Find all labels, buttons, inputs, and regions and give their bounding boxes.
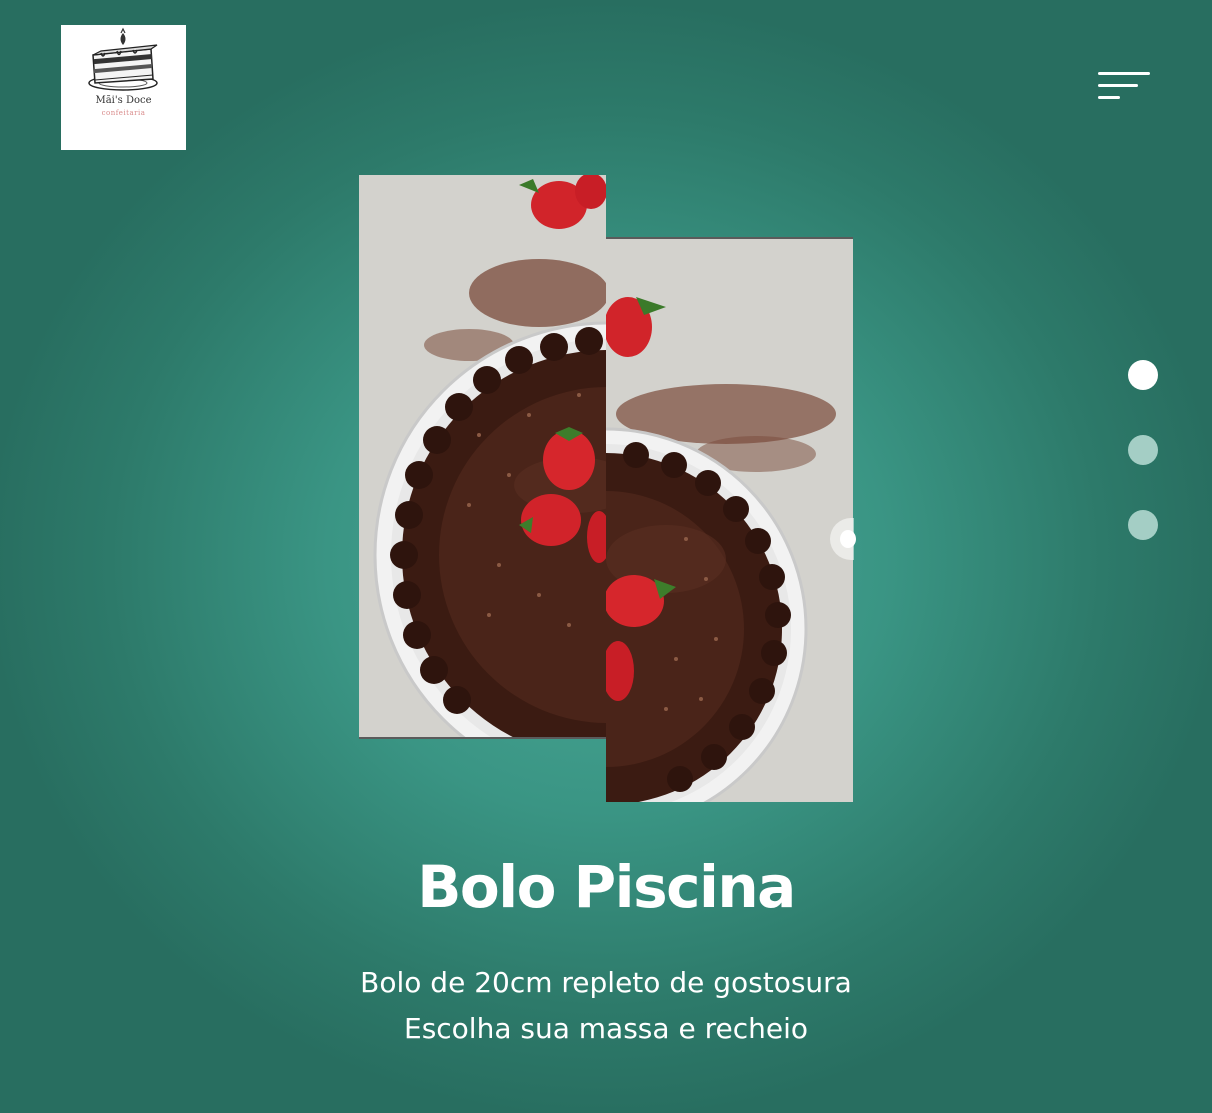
- product-image-right: [606, 237, 853, 802]
- brand-name: Mãi's Doce: [95, 95, 152, 106]
- carousel-dot-3[interactable]: [1128, 510, 1158, 540]
- carousel-pagination: [1128, 360, 1158, 545]
- description-line-2: Escolha sua massa e recheio: [404, 1012, 808, 1045]
- product-image-left: [359, 175, 606, 739]
- cake-slice-icon: [88, 27, 158, 91]
- brand-logo[interactable]: Mãi's Doce confeitaria: [61, 25, 186, 150]
- description-line-1: Bolo de 20cm repleto de gostosura: [360, 966, 852, 999]
- hamburger-menu-icon[interactable]: [1096, 70, 1152, 104]
- carousel-dot-2[interactable]: [1128, 435, 1158, 465]
- product-description: Bolo de 20cm repleto de gostosura Escolh…: [0, 960, 1212, 1052]
- brand-tagline: confeitaria: [101, 109, 146, 117]
- product-title: Bolo Piscina: [417, 853, 796, 921]
- carousel-dot-1[interactable]: [1128, 360, 1158, 390]
